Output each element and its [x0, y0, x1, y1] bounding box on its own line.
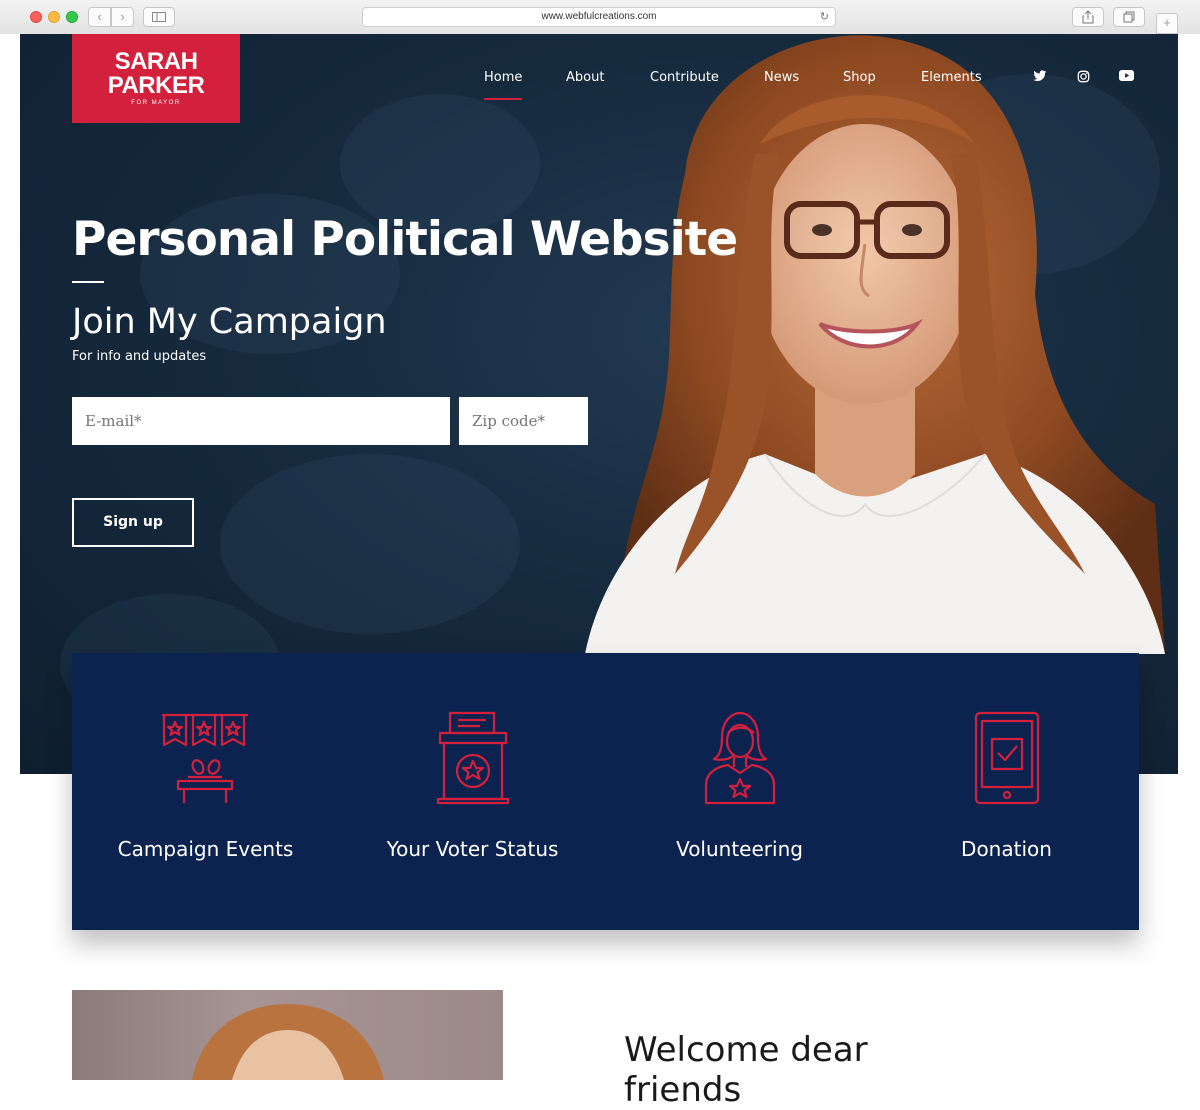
hero-caption: For info and updates — [72, 349, 207, 364]
feature-donation[interactable]: Donation — [873, 653, 1140, 930]
reload-icon[interactable]: ↻ — [820, 8, 829, 26]
sidebar-toggle-icon[interactable] — [143, 7, 175, 27]
sign-up-button[interactable]: Sign up — [72, 498, 194, 547]
forward-icon[interactable]: › — [111, 7, 134, 27]
nav-active-indicator — [484, 98, 522, 100]
url-text: www.webfulcreations.com — [541, 11, 657, 22]
zip-code-input[interactable] — [459, 397, 588, 445]
feature-label: Your Voter Status — [386, 837, 559, 861]
share-icon[interactable] — [1072, 7, 1104, 27]
logo-line-2: PARKER — [107, 72, 205, 99]
email-input[interactable] — [72, 397, 450, 445]
feature-campaign-events[interactable]: Campaign Events — [72, 653, 339, 930]
tablet-donation-icon — [974, 711, 1040, 805]
nav-contribute[interactable]: Contribute — [650, 70, 719, 85]
welcome-heading: Welcome dear — [624, 1030, 868, 1070]
nav-about[interactable]: About — [566, 70, 604, 85]
logo-line-1: SARAH — [114, 48, 198, 75]
new-tab-icon[interactable]: + — [1156, 13, 1178, 34]
nav-elements[interactable]: Elements — [921, 70, 982, 85]
back-icon[interactable]: ‹ — [88, 7, 111, 27]
features-panel: Campaign Events Your Voter Status Volunt… — [72, 653, 1139, 930]
twitter-icon[interactable] — [1032, 70, 1048, 85]
tabs-overview-icon[interactable] — [1113, 7, 1145, 27]
instagram-icon[interactable] — [1075, 70, 1091, 86]
hero-title: Personal Political Website — [72, 212, 738, 267]
hero-subtitle: Join My Campaign — [72, 302, 387, 342]
welcome-heading-line-2: friends — [624, 1070, 742, 1110]
close-window-button[interactable] — [30, 11, 42, 23]
campaign-events-icon — [162, 713, 248, 803]
ballot-box-icon — [436, 711, 510, 805]
welcome-photo — [72, 990, 503, 1080]
feature-label: Campaign Events — [117, 837, 294, 861]
nav-home[interactable]: Home — [484, 70, 522, 85]
address-bar[interactable]: www.webfulcreations.com ↻ — [362, 7, 836, 27]
minimize-window-button[interactable] — [48, 11, 60, 23]
title-divider — [72, 281, 104, 283]
feature-label: Volunteering — [676, 837, 803, 861]
nav-news[interactable]: News — [764, 70, 799, 85]
logo-line-3: FOR MAYOR — [131, 100, 181, 106]
site-logo[interactable]: SARAH PARKER FOR MAYOR — [72, 34, 240, 123]
nav-shop[interactable]: Shop — [843, 70, 876, 85]
youtube-icon[interactable] — [1118, 70, 1134, 84]
candidate-portrait — [585, 35, 1165, 654]
feature-label: Donation — [961, 837, 1052, 861]
feature-volunteering[interactable]: Volunteering — [606, 653, 873, 930]
feature-voter-status[interactable]: Your Voter Status — [339, 653, 606, 930]
volunteer-icon — [704, 711, 776, 805]
zoom-window-button[interactable] — [66, 11, 78, 23]
